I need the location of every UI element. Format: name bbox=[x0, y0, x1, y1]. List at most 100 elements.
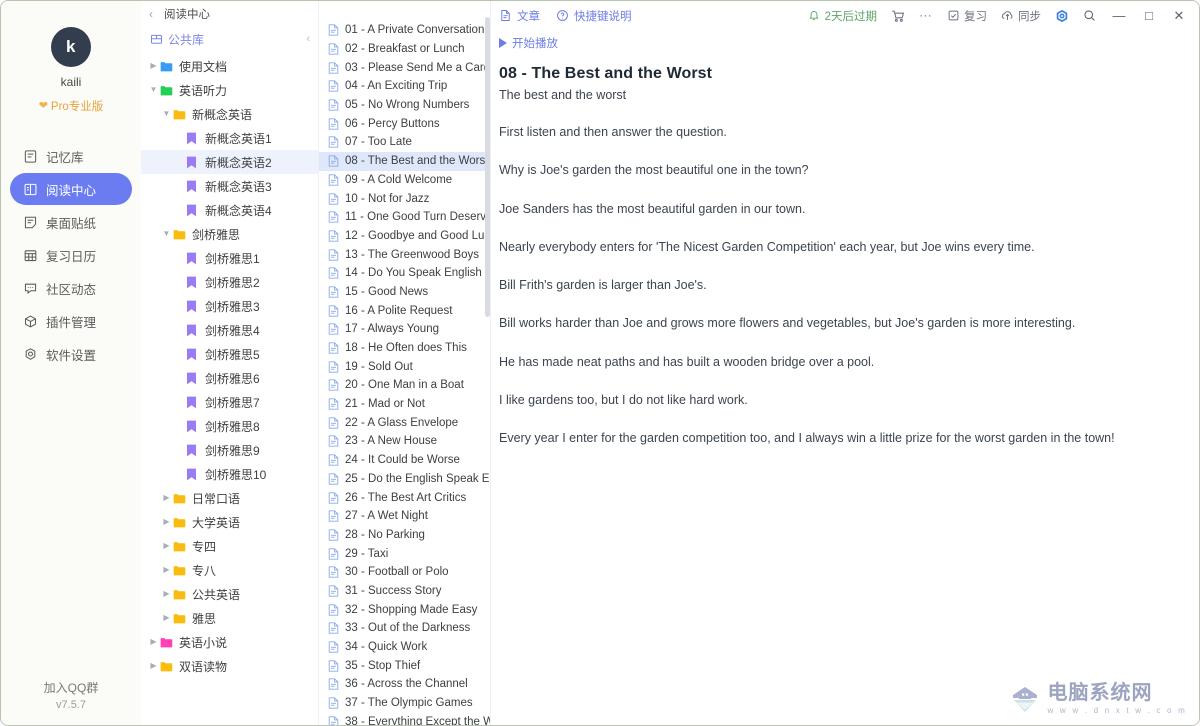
document-list-item[interactable]: 16 - A Polite Request bbox=[319, 301, 490, 320]
tree-node[interactable]: 剑桥雅思5 bbox=[141, 342, 318, 366]
expire-status[interactable]: 2天后过期 bbox=[808, 8, 877, 24]
tab-shortcuts[interactable]: 快捷键说明 bbox=[556, 8, 632, 24]
document-list-item[interactable]: 05 - No Wrong Numbers bbox=[319, 96, 490, 115]
chevron-down-icon[interactable]: ▼ bbox=[160, 110, 173, 118]
start-playback-button[interactable]: 开始播放 bbox=[499, 35, 558, 51]
pro-badge[interactable]: ❤ Pro专业版 bbox=[39, 98, 104, 114]
reader-scrollbar[interactable] bbox=[1194, 1, 1199, 725]
tree-node[interactable]: 剑桥雅思1 bbox=[141, 246, 318, 270]
chevron-down-icon[interactable]: ▼ bbox=[147, 86, 160, 94]
tree-node[interactable]: ▼ 剑桥雅思 bbox=[141, 222, 318, 246]
tree-node[interactable]: ▶ 日常口语 bbox=[141, 486, 318, 510]
tree-node[interactable]: ▼ 英语听力 bbox=[141, 78, 318, 102]
chevron-right-icon[interactable]: ▶ bbox=[160, 614, 173, 622]
sidebar-item-memory[interactable]: 记忆库 bbox=[10, 140, 132, 172]
tree-node[interactable]: ▶ 英语小说 bbox=[141, 630, 318, 654]
tree-node[interactable]: 剑桥雅思7 bbox=[141, 390, 318, 414]
tree-node[interactable]: 新概念英语2 bbox=[141, 150, 318, 174]
document-list-item[interactable]: 28 - No Parking bbox=[319, 526, 490, 545]
chevron-left-icon[interactable]: ‹ bbox=[144, 7, 158, 21]
cart-button[interactable] bbox=[891, 9, 905, 23]
tab-article[interactable]: 文章 bbox=[499, 8, 540, 24]
close-icon[interactable]: ✕ bbox=[1171, 8, 1187, 24]
collapse-panel-icon[interactable]: ‹ bbox=[306, 33, 310, 45]
chevron-right-icon[interactable]: ▶ bbox=[147, 662, 160, 670]
tree-node[interactable]: 剑桥雅思9 bbox=[141, 438, 318, 462]
tree-node[interactable]: ▶ 大学英语 bbox=[141, 510, 318, 534]
document-list-item[interactable]: 02 - Breakfast or Lunch bbox=[319, 40, 490, 59]
document-list-item[interactable]: 03 - Please Send Me a Card bbox=[319, 58, 490, 77]
tree-node[interactable]: ▶ 公共英语 bbox=[141, 582, 318, 606]
settings-button[interactable] bbox=[1055, 9, 1069, 23]
tree-node[interactable]: 剑桥雅思10 bbox=[141, 462, 318, 486]
maximize-icon[interactable]: □ bbox=[1141, 8, 1157, 23]
avatar[interactable]: k bbox=[51, 27, 91, 67]
document-list-item[interactable]: 33 - Out of the Darkness bbox=[319, 619, 490, 638]
tree-node[interactable]: 剑桥雅思4 bbox=[141, 318, 318, 342]
tree-node[interactable]: ▼ 新概念英语 bbox=[141, 102, 318, 126]
document-list-item[interactable]: 09 - A Cold Welcome bbox=[319, 171, 490, 190]
tree-node[interactable]: 剑桥雅思3 bbox=[141, 294, 318, 318]
document-list-item[interactable]: 04 - An Exciting Trip bbox=[319, 77, 490, 96]
document-list-item[interactable]: 01 - A Private Conversation bbox=[319, 21, 490, 40]
sidebar-item-community[interactable]: 社区动态 bbox=[10, 272, 132, 304]
sidebar-item-plugin-manager[interactable]: 插件管理 bbox=[10, 305, 132, 337]
tree-node[interactable]: 新概念英语1 bbox=[141, 126, 318, 150]
tree-node[interactable]: ▶ 专八 bbox=[141, 558, 318, 582]
sidebar-item-settings[interactable]: 软件设置 bbox=[10, 338, 132, 370]
document-list-item[interactable]: 37 - The Olympic Games bbox=[319, 694, 490, 713]
document-list-item[interactable]: 17 - Always Young bbox=[319, 320, 490, 339]
minimize-icon[interactable]: — bbox=[1111, 8, 1127, 23]
document-list-item[interactable]: 24 - It Could be Worse bbox=[319, 451, 490, 470]
document-list-scrollbar[interactable] bbox=[485, 1, 490, 725]
tree-node[interactable]: 剑桥雅思8 bbox=[141, 414, 318, 438]
sidebar-item-review-calendar[interactable]: 复习日历 bbox=[10, 239, 132, 271]
chevron-right-icon[interactable]: ▶ bbox=[160, 518, 173, 526]
document-list-item[interactable]: 22 - A Glass Envelope bbox=[319, 413, 490, 432]
document-list-item[interactable]: 38 - Everything Except the W bbox=[319, 712, 490, 725]
search-button[interactable] bbox=[1083, 9, 1097, 23]
chevron-right-icon[interactable]: ▶ bbox=[147, 62, 160, 70]
document-list-item[interactable]: 13 - The Greenwood Boys bbox=[319, 245, 490, 264]
tree-node[interactable]: 剑桥雅思6 bbox=[141, 366, 318, 390]
qq-group-link[interactable]: 加入QQ群 bbox=[1, 679, 141, 696]
tree-node[interactable]: ▶ 专四 bbox=[141, 534, 318, 558]
document-list-item[interactable]: 14 - Do You Speak English bbox=[319, 264, 490, 283]
document-list-item[interactable]: 07 - Too Late bbox=[319, 133, 490, 152]
chevron-right-icon[interactable]: ▶ bbox=[160, 542, 173, 550]
chevron-right-icon[interactable]: ▶ bbox=[147, 638, 160, 646]
document-list-item[interactable]: 26 - The Best Art Critics bbox=[319, 488, 490, 507]
public-library-row[interactable]: 公共库 ‹ bbox=[141, 26, 318, 52]
sidebar-item-desktop-sticker[interactable]: 桌面贴纸 bbox=[10, 206, 132, 238]
tree-node[interactable]: 新概念英语3 bbox=[141, 174, 318, 198]
document-list-item[interactable]: 12 - Goodbye and Good Luck bbox=[319, 227, 490, 246]
document-list-item[interactable]: 32 - Shopping Made Easy bbox=[319, 600, 490, 619]
tree-node[interactable]: 剑桥雅思2 bbox=[141, 270, 318, 294]
more-button[interactable]: ⋯ bbox=[919, 8, 933, 24]
document-list-item[interactable]: 20 - One Man in a Boat bbox=[319, 376, 490, 395]
document-list-item[interactable]: 36 - Across the Channel bbox=[319, 675, 490, 694]
document-list-item[interactable]: 35 - Stop Thief bbox=[319, 656, 490, 675]
chevron-right-icon[interactable]: ▶ bbox=[160, 566, 173, 574]
document-list-item[interactable]: 18 - He Often does This bbox=[319, 339, 490, 358]
document-list-item[interactable]: 10 - Not for Jazz bbox=[319, 189, 490, 208]
sidebar-item-reading-center[interactable]: 阅读中心 bbox=[10, 173, 132, 205]
document-list-item[interactable]: 11 - One Good Turn Deserves bbox=[319, 208, 490, 227]
tree-node[interactable]: ▶ 雅思 bbox=[141, 606, 318, 630]
tree-node[interactable]: ▶ 双语读物 bbox=[141, 654, 318, 678]
chevron-right-icon[interactable]: ▶ bbox=[160, 590, 173, 598]
tree-node[interactable]: 新概念英语4 bbox=[141, 198, 318, 222]
tree-node[interactable]: ▶ 使用文档 bbox=[141, 54, 318, 78]
document-list-item[interactable]: 30 - Football or Polo bbox=[319, 563, 490, 582]
document-list-item[interactable]: 08 - The Best and the Worst bbox=[319, 151, 490, 171]
document-list-item[interactable]: 23 - A New House bbox=[319, 432, 490, 451]
document-list-item[interactable]: 06 - Percy Buttons bbox=[319, 114, 490, 133]
document-list-item[interactable]: 27 - A Wet Night bbox=[319, 507, 490, 526]
chevron-down-icon[interactable]: ▼ bbox=[160, 230, 173, 238]
review-button[interactable]: 复习 bbox=[947, 8, 987, 24]
chevron-right-icon[interactable]: ▶ bbox=[160, 494, 173, 502]
document-list-item[interactable]: 15 - Good News bbox=[319, 283, 490, 302]
document-list-item[interactable]: 31 - Success Story bbox=[319, 582, 490, 601]
document-list-item[interactable]: 34 - Quick Work bbox=[319, 638, 490, 657]
document-list-item[interactable]: 21 - Mad or Not bbox=[319, 395, 490, 414]
